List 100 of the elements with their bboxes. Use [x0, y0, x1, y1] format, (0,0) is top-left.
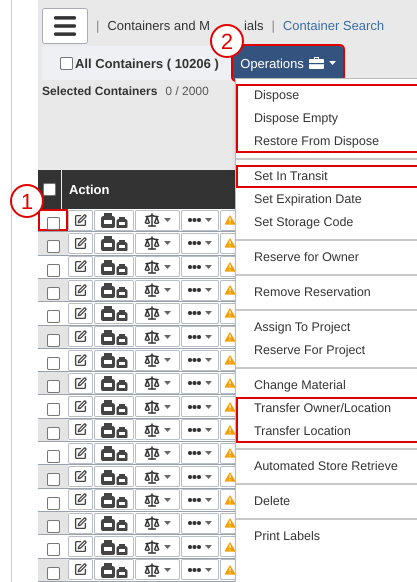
containers-button[interactable] — [94, 350, 134, 371]
checkbox[interactable] — [46, 216, 60, 230]
containers-button[interactable] — [94, 466, 134, 488]
balance-button[interactable] — [135, 372, 180, 394]
more-button[interactable] — [181, 419, 219, 440]
checkbox[interactable] — [46, 286, 60, 300]
containers-button[interactable] — [94, 419, 134, 440]
checkbox[interactable] — [46, 426, 60, 440]
balance-button[interactable] — [135, 210, 180, 231]
edit-button[interactable] — [68, 536, 93, 558]
checkbox[interactable] — [46, 403, 60, 416]
checkbox[interactable] — [60, 56, 73, 70]
more-button[interactable] — [181, 466, 219, 488]
containers-button[interactable] — [94, 302, 134, 324]
menu-item[interactable]: Reserve For Project — [236, 339, 417, 362]
menu-item[interactable]: Restore From Dispose — [236, 130, 417, 153]
checkbox[interactable] — [46, 356, 60, 370]
edit-button[interactable] — [68, 280, 93, 301]
checkbox[interactable] — [43, 183, 56, 196]
balance-button[interactable] — [135, 419, 180, 440]
balance-button[interactable] — [135, 302, 180, 324]
balance-button[interactable] — [135, 442, 180, 464]
more-button[interactable] — [181, 232, 219, 254]
more-button[interactable] — [181, 350, 219, 371]
more-button[interactable] — [181, 442, 219, 464]
edit-button[interactable] — [68, 256, 93, 278]
edit-button[interactable] — [68, 442, 93, 464]
edit-button[interactable] — [68, 489, 93, 510]
edit-button[interactable] — [68, 326, 93, 348]
checkbox[interactable] — [46, 450, 60, 464]
balance-button[interactable] — [135, 280, 180, 301]
balance-button[interactable] — [135, 256, 180, 278]
balance-button[interactable] — [135, 559, 180, 580]
more-button[interactable] — [181, 372, 219, 394]
containers-button[interactable] — [94, 232, 134, 254]
more-button[interactable] — [181, 512, 219, 534]
checkbox[interactable] — [46, 566, 60, 580]
menu-button[interactable] — [42, 8, 88, 44]
more-button[interactable] — [181, 302, 219, 324]
edit-button[interactable] — [68, 232, 93, 254]
containers-button[interactable] — [94, 210, 134, 231]
menu-item[interactable]: Reserve for Owner — [236, 246, 417, 269]
edit-button[interactable] — [68, 512, 93, 534]
containers-button[interactable] — [94, 280, 134, 301]
edit-button[interactable] — [68, 396, 93, 418]
containers-button[interactable] — [94, 372, 134, 394]
balance-button[interactable] — [135, 350, 180, 371]
ellipsis-icon — [188, 428, 201, 432]
edit-button[interactable] — [68, 350, 93, 371]
bottles-icon — [99, 398, 129, 415]
containers-button[interactable] — [94, 559, 134, 580]
containers-button[interactable] — [94, 489, 134, 510]
balance-button[interactable] — [135, 512, 180, 534]
operations-button[interactable]: Operations — [233, 46, 343, 80]
balance-button[interactable] — [135, 232, 180, 254]
ellipsis-icon — [188, 288, 201, 292]
containers-button[interactable] — [94, 256, 134, 278]
containers-button[interactable] — [94, 442, 134, 464]
more-button[interactable] — [181, 396, 219, 418]
containers-button[interactable] — [94, 536, 134, 558]
more-button[interactable] — [181, 489, 219, 510]
edit-button[interactable] — [68, 210, 93, 231]
checkbox[interactable] — [46, 310, 60, 324]
containers-button[interactable] — [94, 326, 134, 348]
edit-button[interactable] — [68, 372, 93, 394]
container-search-link[interactable]: Container Search — [282, 16, 384, 36]
balance-button[interactable] — [135, 396, 180, 418]
more-button[interactable] — [181, 559, 219, 580]
menu-item[interactable]: Dispose Empty — [236, 107, 417, 130]
balance-button[interactable] — [135, 466, 180, 488]
checkbox[interactable] — [46, 496, 60, 510]
checkbox[interactable] — [46, 334, 60, 347]
menu-item[interactable]: Dispose — [236, 84, 417, 107]
checkbox[interactable] — [46, 520, 60, 534]
ellipsis-icon — [188, 358, 201, 362]
checkbox[interactable] — [46, 380, 60, 394]
menu-item[interactable]: Set In Transit — [236, 165, 417, 188]
edit-button[interactable] — [68, 559, 93, 580]
menu-item[interactable]: Set Expiration Date — [236, 188, 417, 211]
balance-button[interactable] — [135, 326, 180, 348]
balance-button[interactable] — [135, 536, 180, 558]
more-button[interactable] — [181, 210, 219, 231]
menu-item[interactable]: Automated Store Retrieve — [236, 455, 417, 478]
more-button[interactable] — [181, 280, 219, 301]
balance-button[interactable] — [135, 489, 180, 510]
more-button[interactable] — [181, 326, 219, 348]
checkbox[interactable] — [46, 264, 60, 277]
menu-item[interactable]: Assign To Project — [236, 316, 417, 339]
more-button[interactable] — [181, 256, 219, 278]
edit-button[interactable] — [68, 419, 93, 440]
menu-item[interactable]: Print Labels — [236, 525, 417, 548]
checkbox[interactable] — [46, 543, 60, 556]
checkbox[interactable] — [46, 473, 60, 486]
edit-icon — [74, 400, 87, 414]
containers-button[interactable] — [94, 396, 134, 418]
edit-button[interactable] — [68, 302, 93, 324]
containers-button[interactable] — [94, 512, 134, 534]
edit-button[interactable] — [68, 466, 93, 488]
checkbox[interactable] — [46, 240, 60, 254]
more-button[interactable] — [181, 536, 219, 558]
